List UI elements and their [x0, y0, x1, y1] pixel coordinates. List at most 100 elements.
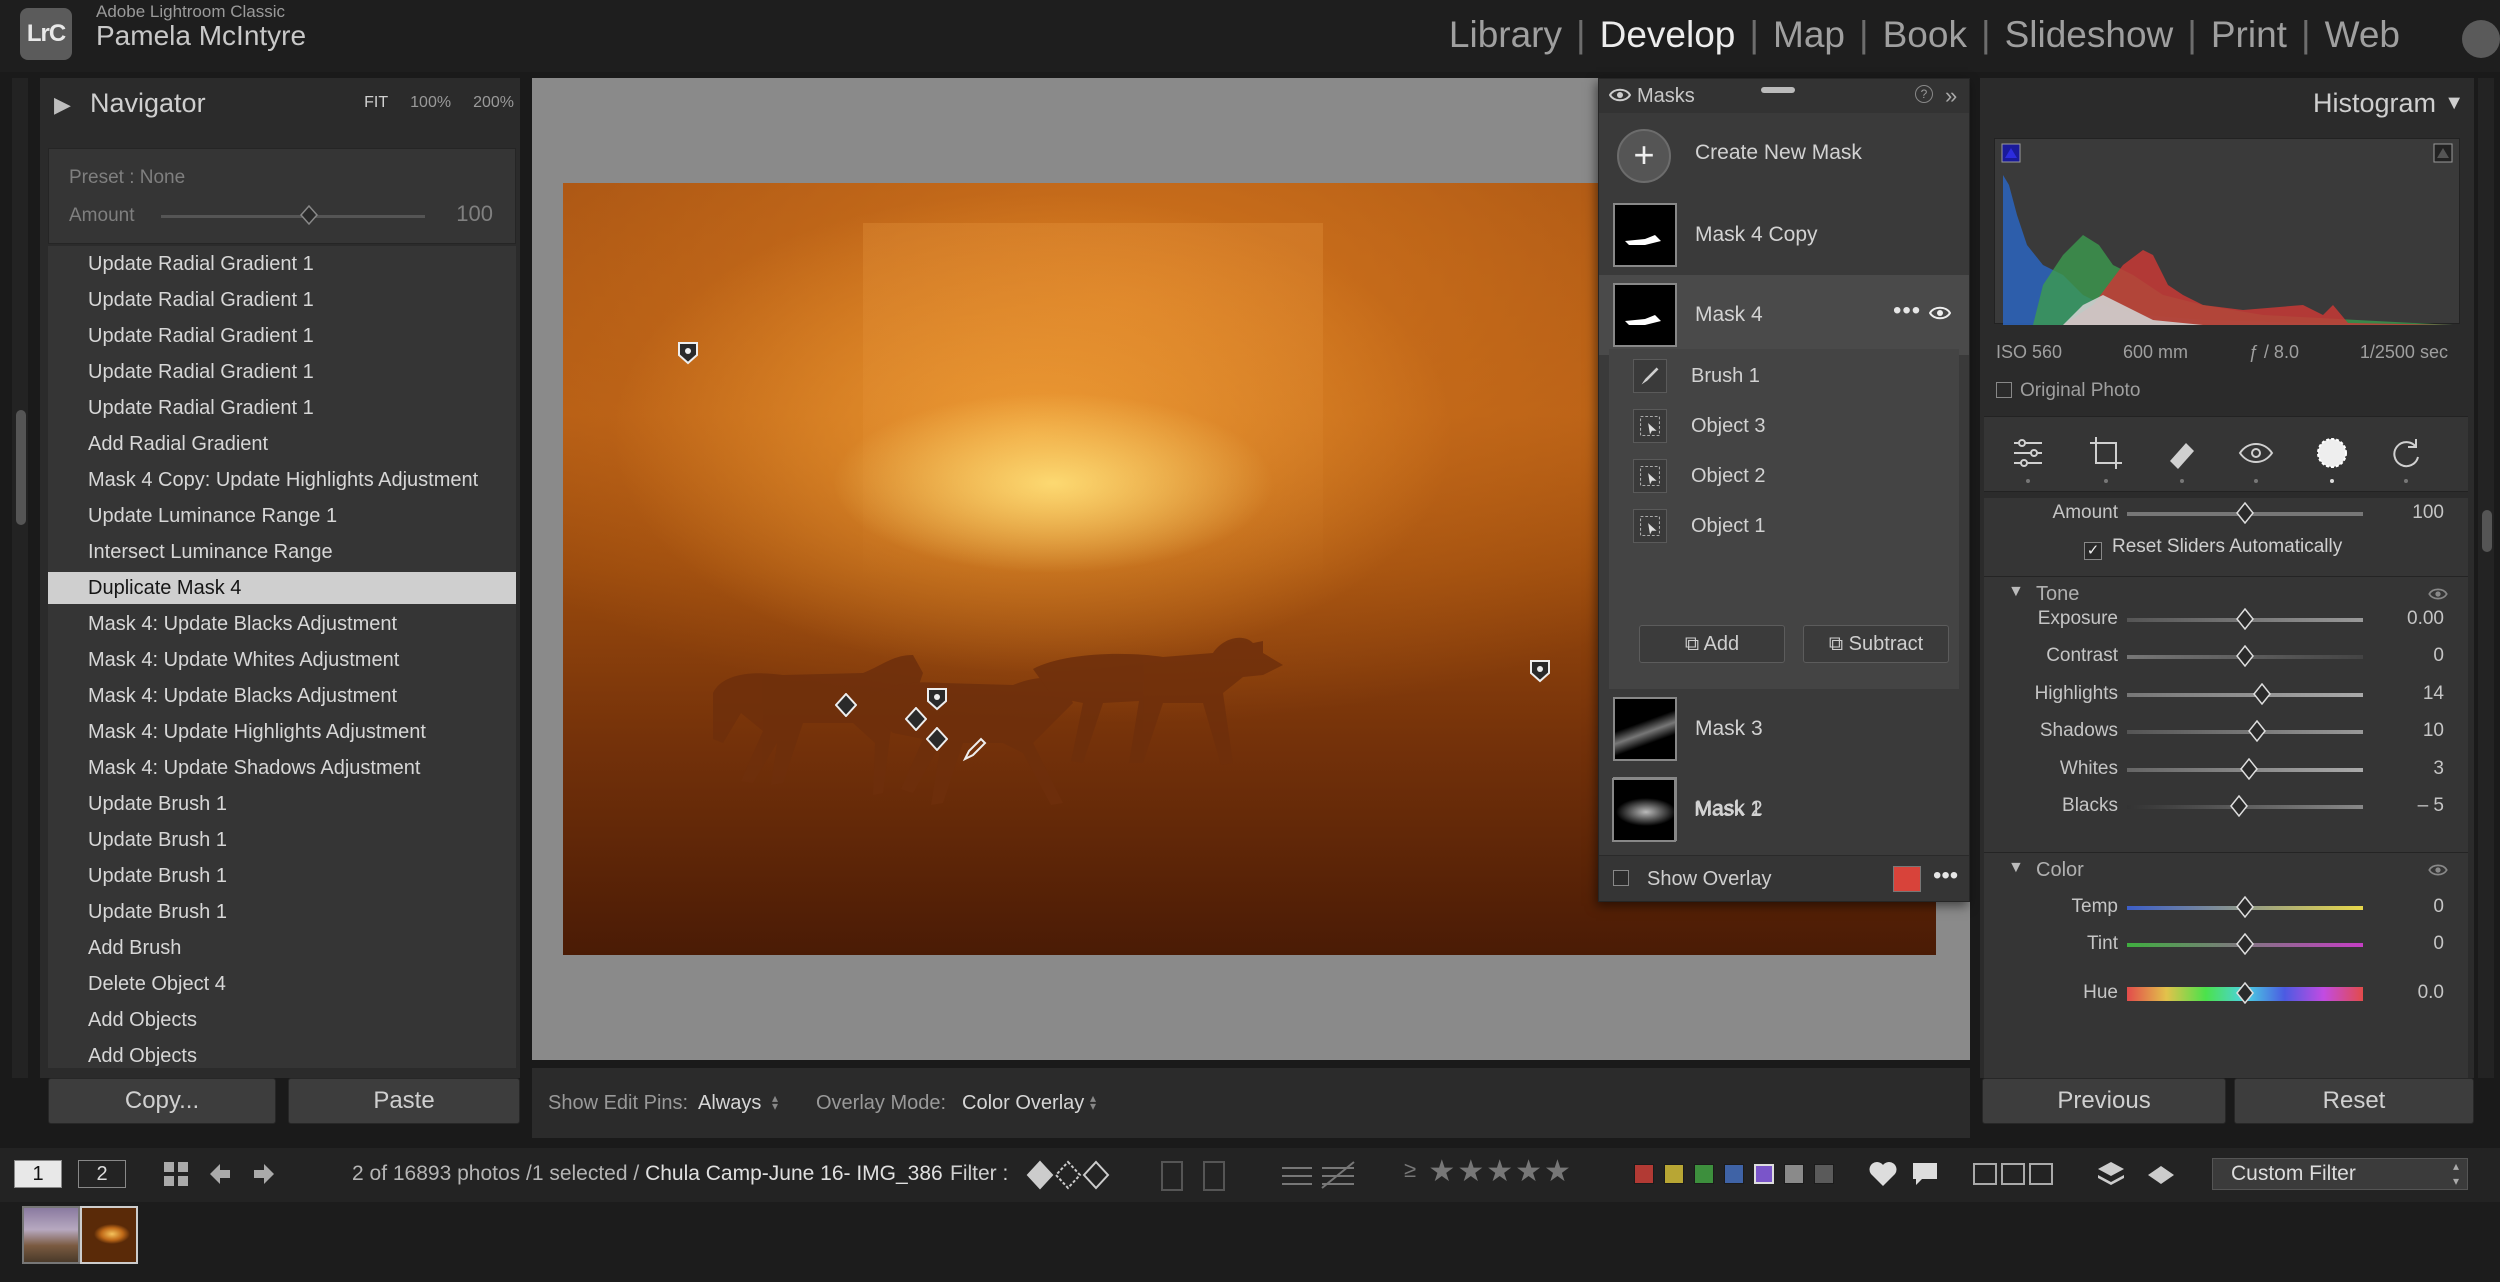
- rating-operator[interactable]: ≥: [1404, 1157, 1418, 1182]
- slider-row-blacks[interactable]: Blacks – 5: [1984, 789, 2468, 825]
- add-component-button[interactable]: ⧉ Add: [1639, 625, 1785, 663]
- virtual-copy-filter-icon[interactable]: [1160, 1160, 1230, 1192]
- paste-settings-button[interactable]: Paste: [288, 1078, 520, 1124]
- show-edit-pins-select[interactable]: Always: [698, 1092, 761, 1115]
- edit-pin-icon[interactable]: [926, 687, 948, 711]
- red-eye-icon[interactable]: [2236, 433, 2276, 473]
- slider-value[interactable]: – 5: [2418, 795, 2444, 817]
- slider-thumb[interactable]: [2236, 982, 2254, 1004]
- grid-view-icon[interactable]: [162, 1160, 190, 1188]
- copy-settings-button[interactable]: Copy...: [48, 1078, 276, 1124]
- edit-sliders-icon[interactable]: [2008, 433, 2048, 473]
- slider-thumb[interactable]: [2236, 502, 2254, 524]
- create-new-mask-label[interactable]: Create New Mask: [1695, 141, 1862, 165]
- disclosure-triangle-icon[interactable]: ▼: [2008, 859, 2024, 877]
- history-item[interactable]: Update Radial Gradient 1: [48, 356, 516, 388]
- history-item[interactable]: Add Objects: [48, 1004, 516, 1036]
- overlay-color-swatch[interactable]: [1893, 866, 1921, 892]
- flag-filter-icon[interactable]: [1026, 1160, 1110, 1190]
- history-item[interactable]: Mask 4: Update Blacks Adjustment: [48, 680, 516, 712]
- component-row[interactable]: Object 3: [1609, 401, 1959, 449]
- create-new-mask-button[interactable]: +: [1617, 129, 1671, 183]
- history-item[interactable]: Update Radial Gradient 1: [48, 392, 516, 424]
- histogram-title[interactable]: Histogram: [2313, 88, 2436, 119]
- color-label-swatch[interactable]: [1634, 1164, 1654, 1184]
- history-item[interactable]: Mask 4: Update Highlights Adjustment: [48, 716, 516, 748]
- slider-thumb[interactable]: [2236, 933, 2254, 955]
- user-name[interactable]: Pamela McIntyre: [96, 20, 306, 52]
- slider-value[interactable]: 0: [2433, 896, 2444, 918]
- module-print[interactable]: Print: [2197, 14, 2301, 56]
- expand-triangle-icon[interactable]: ▶: [54, 92, 71, 118]
- previous-photo-icon[interactable]: [206, 1160, 234, 1188]
- slider-thumb[interactable]: [2247, 720, 2266, 743]
- slider-row-contrast[interactable]: Contrast 0: [1984, 639, 2468, 675]
- eye-icon[interactable]: [2428, 863, 2448, 877]
- history-item[interactable]: Update Radial Gradient 1: [48, 320, 516, 352]
- mask-row-selected[interactable]: Mask 4 •••: [1599, 275, 1969, 355]
- module-web[interactable]: Web: [2311, 14, 2414, 56]
- favorite-heart-icon[interactable]: [1868, 1160, 1898, 1188]
- original-photo-toggle[interactable]: Original Photo: [1996, 380, 2140, 402]
- history-item[interactable]: Add Radial Gradient: [48, 428, 516, 460]
- main-screen-button[interactable]: 1: [14, 1160, 62, 1188]
- slider-track[interactable]: [2127, 692, 2363, 697]
- history-item[interactable]: Update Radial Gradient 1: [48, 248, 516, 280]
- history-item[interactable]: Mask 4 Copy: Update Highlights Adjustmen…: [48, 464, 516, 496]
- slider-track[interactable]: [2127, 730, 2363, 735]
- slider-row-shadows[interactable]: Shadows 10: [1984, 714, 2468, 750]
- updown-arrows-icon[interactable]: ▴ ▾: [1090, 1092, 1096, 1112]
- right-scrollbar-thumb[interactable]: [2482, 510, 2492, 552]
- slider-value[interactable]: 0.00: [2407, 608, 2444, 630]
- secondary-screen-button[interactable]: 2: [78, 1160, 126, 1188]
- eye-icon[interactable]: [1609, 87, 1631, 103]
- color-label-swatch[interactable]: [1694, 1164, 1714, 1184]
- shadow-clipping-icon[interactable]: [2001, 143, 2021, 163]
- module-map[interactable]: Map: [1759, 14, 1859, 56]
- left-scrollbar-thumb[interactable]: [16, 410, 26, 525]
- edit-pin-icon[interactable]: [1529, 659, 1551, 683]
- history-item[interactable]: Update Brush 1: [48, 860, 516, 892]
- previous-button[interactable]: Previous: [1982, 1078, 2226, 1124]
- module-library[interactable]: Library: [1435, 14, 1576, 56]
- history-item[interactable]: Delete Object 4: [48, 968, 516, 1000]
- zoom-fit-button[interactable]: FIT: [364, 94, 388, 112]
- mask-row[interactable]: Mask 1: [1598, 770, 1970, 850]
- preset-amount-slider-thumb[interactable]: [299, 205, 318, 225]
- comment-icon[interactable]: [1910, 1160, 1940, 1188]
- reset-sliders-toggle[interactable]: ✓ Reset Sliders Automatically: [2084, 536, 2342, 560]
- help-icon[interactable]: ?: [1915, 85, 1933, 103]
- slider-thumb[interactable]: [2236, 645, 2254, 668]
- view-modes-icon[interactable]: [1972, 1160, 2056, 1188]
- slider-value[interactable]: 0.0: [2418, 982, 2444, 1004]
- slider-row-whites[interactable]: Whites 3: [1984, 752, 2468, 788]
- history-item[interactable]: Mask 4: Update Whites Adjustment: [48, 644, 516, 676]
- slider-thumb[interactable]: [2236, 608, 2254, 630]
- drag-handle[interactable]: [1761, 87, 1795, 93]
- history-item[interactable]: Intersect Luminance Range: [48, 536, 516, 568]
- eye-icon[interactable]: [1929, 305, 1951, 321]
- slider-row-hue[interactable]: Hue 0.0: [1984, 976, 2468, 1012]
- stack-icon[interactable]: [2096, 1160, 2126, 1190]
- edit-pin-icon[interactable]: [905, 707, 927, 731]
- highlight-clipping-icon[interactable]: [2433, 143, 2453, 163]
- navigator-header[interactable]: ▶ Navigator FIT 100% 200%: [40, 78, 520, 130]
- updown-arrows-icon[interactable]: ▴ ▾: [772, 1092, 778, 1112]
- disclosure-triangle-icon[interactable]: ▼: [2008, 583, 2024, 601]
- history-item[interactable]: Update Brush 1: [48, 824, 516, 856]
- slider-row-highlights[interactable]: Highlights 14: [1984, 677, 2468, 713]
- history-item[interactable]: Add Brush: [48, 932, 516, 964]
- zoom-100-button[interactable]: 100%: [410, 94, 451, 112]
- reset-sliders-checkbox[interactable]: ✓: [2084, 542, 2102, 560]
- slider-thumb[interactable]: [2230, 795, 2249, 817]
- crop-icon[interactable]: [2086, 433, 2126, 473]
- module-develop[interactable]: Develop: [1586, 14, 1750, 56]
- slider-value[interactable]: 3: [2433, 758, 2444, 780]
- history-item[interactable]: Update Radial Gradient 1: [48, 284, 516, 316]
- histogram[interactable]: [1994, 138, 2460, 325]
- module-book[interactable]: Book: [1869, 14, 1981, 56]
- slider-thumb[interactable]: [2236, 896, 2254, 918]
- filename[interactable]: Chula Camp-June 16- IMG_386: [645, 1162, 943, 1185]
- subtract-component-button[interactable]: ⧉ Subtract: [1803, 625, 1949, 663]
- custom-filter-select[interactable]: Custom Filter ▴ ▾: [2212, 1158, 2468, 1190]
